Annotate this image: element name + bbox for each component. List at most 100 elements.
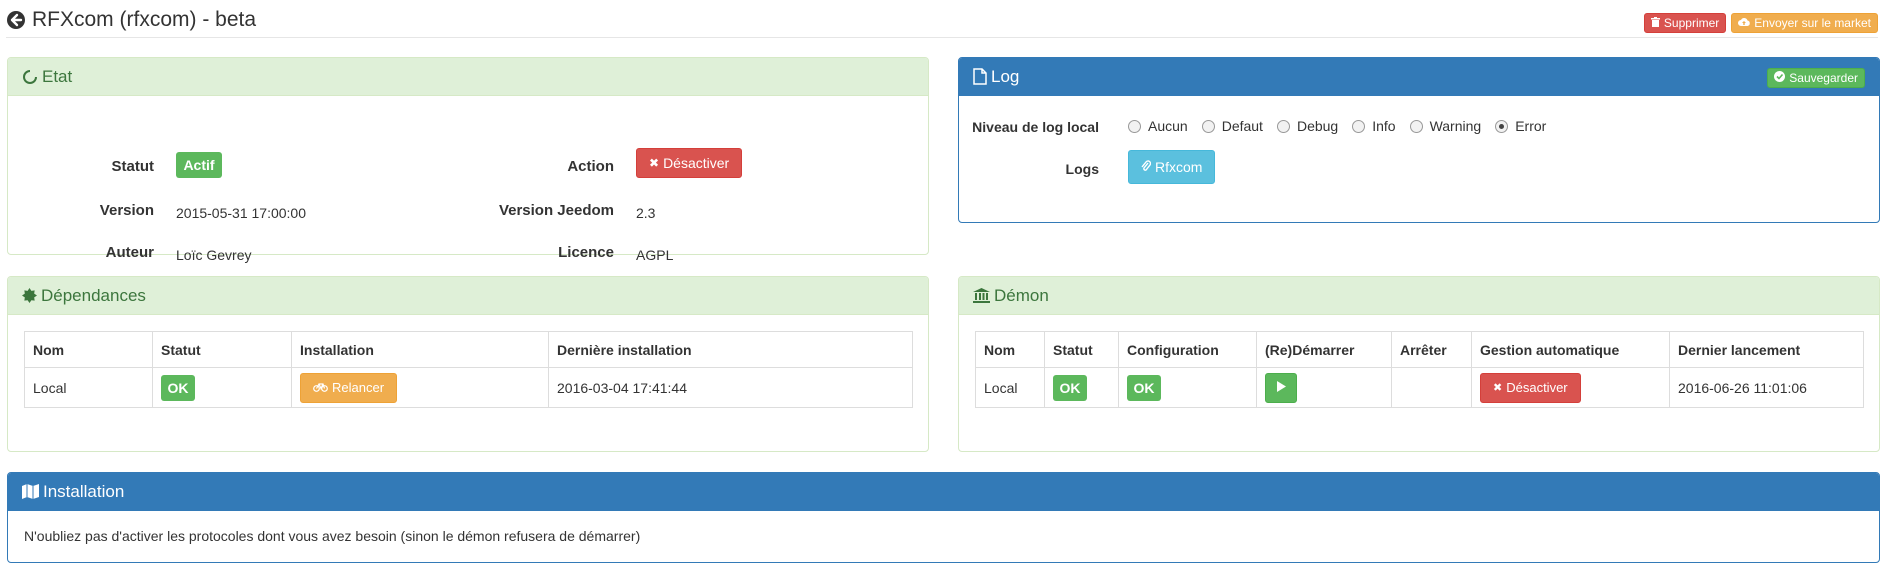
radio-option-warning[interactable]: Warning: [1409, 118, 1482, 134]
demon-panel-heading: Démon: [959, 277, 1879, 315]
send-to-market-button[interactable]: Envoyer sur le market: [1731, 13, 1878, 33]
statut-badge: Actif: [176, 152, 222, 178]
column-header: (Re)Démarrer: [1256, 331, 1392, 368]
column-header: Dernière installation: [548, 331, 913, 368]
radio-option-defaut[interactable]: Defaut: [1201, 118, 1263, 134]
dep-nom-cell: Local: [24, 367, 153, 408]
demon-last-launch-cell: 2016-06-26 11:01:06: [1669, 367, 1864, 408]
circle-notch-icon: [22, 69, 38, 85]
market-label: Envoyer sur le market: [1754, 16, 1871, 30]
dependances-panel-heading: Dépendances: [8, 277, 928, 315]
delete-label: Supprimer: [1663, 16, 1720, 30]
plugin-title: RFXcom (rfxcom) - beta: [32, 8, 257, 31]
installation-title: Installation: [43, 481, 125, 501]
map-icon: [22, 484, 39, 499]
trash-icon: [1650, 16, 1660, 30]
installation-panel-heading: Installation: [8, 473, 1879, 511]
view-log-label: Rfxcom: [1155, 159, 1203, 175]
save-log-button[interactable]: Sauvegarder: [1767, 68, 1865, 88]
relaunch-install-button[interactable]: Relancer: [300, 372, 398, 403]
log-title: Log: [991, 66, 1020, 86]
radio-label: Defaut: [1221, 118, 1263, 134]
radio-button[interactable]: [1409, 119, 1423, 133]
installation-panel: Installation N'oubliez pas d'activer les…: [7, 472, 1880, 563]
column-header: Nom: [24, 331, 153, 368]
radio-button-selected[interactable]: [1495, 119, 1509, 133]
log-level-radios: Aucun Defaut Debug Info Warning Error: [1128, 118, 1546, 134]
disable-plugin-label: Désactiver: [663, 155, 730, 171]
cloud-upload-icon: [1738, 16, 1751, 30]
disable-auto-label: Désactiver: [1506, 380, 1568, 395]
log-level-label: Niveau de log local: [972, 119, 1099, 135]
demon-table: Nom Statut Configuration (Re)Démarrer Ar…: [975, 331, 1864, 408]
licence-value: AGPL: [636, 247, 674, 263]
disable-auto-management-button[interactable]: ✖ Désactiver: [1480, 372, 1581, 403]
check-circle-icon: [1774, 71, 1786, 85]
radio-option-debug[interactable]: Debug: [1276, 118, 1339, 134]
auteur-value: Loïc Gevrey: [176, 247, 252, 263]
restart-daemon-button[interactable]: [1265, 372, 1297, 403]
radio-label: Debug: [1296, 118, 1339, 134]
demon-config-ok-badge: OK: [1127, 374, 1161, 401]
radio-button[interactable]: [1352, 119, 1366, 133]
demon-statut-cell: OK: [1044, 367, 1119, 408]
radio-label: Warning: [1429, 118, 1482, 134]
etat-title: Etat: [42, 66, 73, 86]
radio-option-aucun[interactable]: Aucun: [1128, 118, 1188, 134]
column-header: Nom: [975, 331, 1045, 368]
action-label: Action: [567, 158, 614, 175]
radio-button[interactable]: [1276, 119, 1290, 133]
table-header-row: Nom Statut Installation Dernière install…: [24, 331, 913, 368]
demon-panel: Démon Nom Statut Configuration (Re)Démar…: [958, 276, 1880, 452]
installation-text: N'oubliez pas d'activer les protocoles d…: [24, 528, 641, 544]
paperclip-icon: [1141, 159, 1152, 175]
close-icon: ✖: [1493, 382, 1503, 394]
close-icon: ✖: [649, 156, 660, 170]
demon-title: Démon: [994, 285, 1049, 305]
column-header: Statut: [152, 331, 292, 368]
log-panel-heading: Log Sauvegarder: [959, 58, 1879, 96]
view-log-button[interactable]: Rfxcom: [1128, 150, 1216, 184]
back-arrow-circle-icon[interactable]: [6, 10, 26, 30]
demon-nom-cell: Local: [975, 367, 1045, 408]
radio-option-error[interactable]: Error: [1495, 118, 1546, 134]
demon-stop-cell: [1391, 367, 1472, 408]
demon-config-cell: OK: [1118, 367, 1257, 408]
radio-option-info[interactable]: Info: [1352, 118, 1396, 134]
radio-button[interactable]: [1201, 119, 1215, 133]
bicycle-icon: [313, 380, 328, 395]
disable-plugin-button[interactable]: ✖ Désactiver: [636, 148, 743, 178]
statut-label: Statut: [111, 158, 155, 175]
relaunch-install-label: Relancer: [332, 380, 385, 395]
jeedom-version-value: 2.3: [636, 205, 656, 221]
page-header: RFXcom (rfxcom) - beta Supprimer Envoyer…: [6, 6, 1878, 38]
play-icon: [1276, 380, 1286, 395]
demon-restart-cell: [1256, 367, 1392, 408]
dep-statut-cell: OK: [152, 367, 292, 408]
column-header: Installation: [291, 331, 549, 368]
radio-label: Info: [1372, 118, 1396, 134]
dependances-table: Nom Statut Installation Dernière install…: [24, 331, 913, 408]
table-row: Local OK Relancer 2016-03-04 17:41:44: [24, 367, 913, 408]
licence-label: Licence: [558, 244, 614, 261]
column-header: Gestion automatique: [1471, 331, 1670, 368]
log-panel: Log Sauvegarder Niveau de log local Aucu…: [958, 57, 1880, 223]
file-icon: [973, 68, 987, 85]
table-header-row: Nom Statut Configuration (Re)Démarrer Ar…: [975, 331, 1864, 368]
radio-button[interactable]: [1128, 119, 1141, 133]
column-header: Statut: [1044, 331, 1119, 368]
bank-icon: [973, 288, 990, 303]
version-label: Version: [99, 202, 154, 219]
etat-panel-heading: Etat: [8, 58, 928, 96]
dep-status-ok-badge: OK: [161, 374, 195, 401]
logs-label: Logs: [1065, 161, 1099, 177]
etat-panel: Etat Statut Actif Action ✖ Désactiver Ve…: [7, 57, 929, 263]
radio-label: Error: [1515, 118, 1547, 134]
delete-button[interactable]: Supprimer: [1643, 13, 1727, 33]
dep-installation-cell: Relancer: [291, 367, 549, 408]
jeedom-version-label: Version Jeedom: [498, 202, 614, 219]
save-log-label: Sauvegarder: [1789, 71, 1858, 85]
auteur-label: Auteur: [105, 244, 154, 261]
demon-status-ok-badge: OK: [1053, 374, 1087, 401]
dep-last-install-cell: 2016-03-04 17:41:44: [548, 367, 913, 408]
